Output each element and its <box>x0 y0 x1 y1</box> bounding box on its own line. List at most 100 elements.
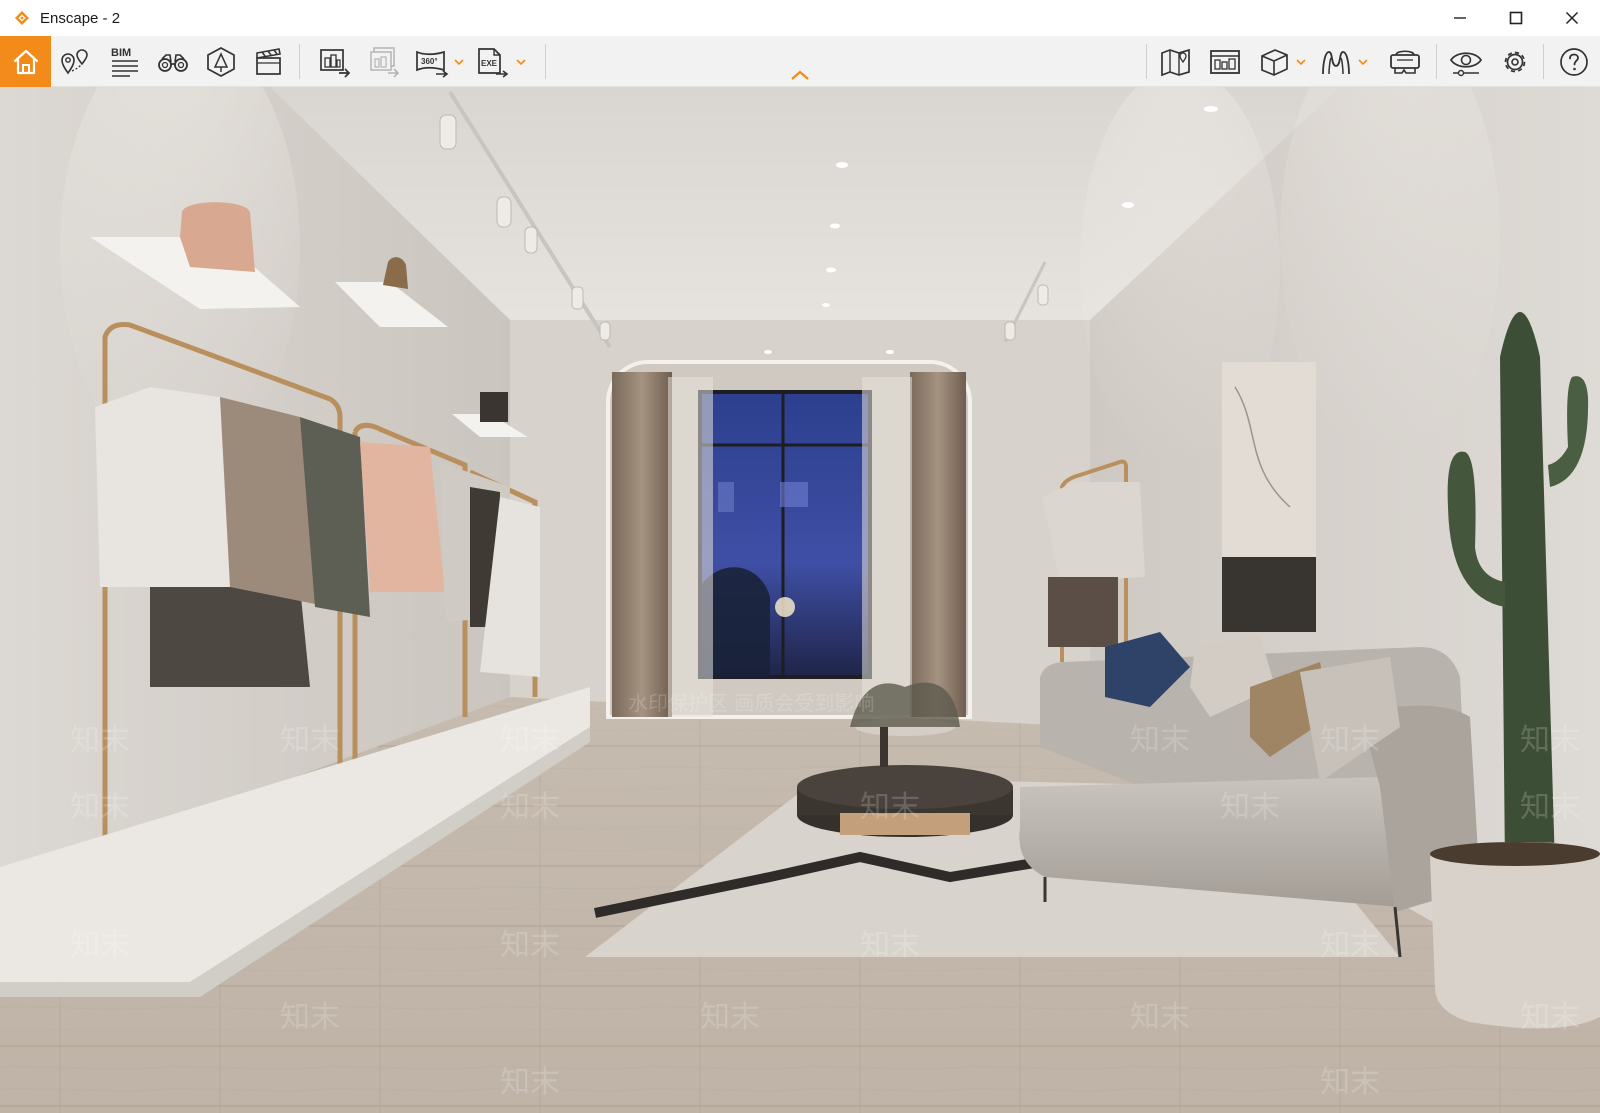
minimize-icon <box>1454 17 1466 19</box>
title-bar: Enscape - 2 <box>0 0 1600 36</box>
watermark-text: 知末 <box>1130 1000 1190 1035</box>
minimize-button[interactable] <box>1432 0 1488 36</box>
toolbar-separator <box>299 44 300 79</box>
sheer-right <box>862 377 912 717</box>
watermark-text: 知末 <box>500 928 560 963</box>
watermark-text: 知末 <box>1320 928 1380 963</box>
views-button[interactable] <box>151 36 195 87</box>
chevron-down-icon <box>516 58 526 65</box>
watermark-text: 知末 <box>1520 1000 1580 1035</box>
batch-render-button[interactable] <box>362 36 406 87</box>
handbag-pink <box>180 202 255 272</box>
toolbar-separator <box>1436 44 1437 79</box>
asset-library-button[interactable] <box>199 36 243 87</box>
cube-view-button[interactable] <box>1252 36 1296 87</box>
watermark-text: 知末 <box>1220 790 1280 825</box>
garment-right-rack <box>1042 482 1145 582</box>
watermark-text: 知末 <box>860 790 920 825</box>
street-lamp-glow <box>775 597 795 617</box>
enscape-logo-icon <box>15 11 29 25</box>
bim-info-button[interactable]: BIM <box>103 36 147 87</box>
settings-button[interactable] <box>1493 36 1537 87</box>
video-editor-button[interactable] <box>247 36 291 87</box>
visual-settings-button[interactable] <box>1444 36 1488 87</box>
watermark-text: 知末 <box>70 928 130 963</box>
chevron-down-icon <box>454 58 464 65</box>
binoculars-icon <box>158 53 188 72</box>
panorama-icon: 360° <box>416 50 449 78</box>
toolbar-separator <box>1146 44 1147 79</box>
gear-icon <box>1504 51 1526 72</box>
watermark-text: 知末 <box>1130 723 1190 758</box>
render-image-icon <box>320 48 351 78</box>
window-controls <box>1432 0 1600 36</box>
chevron-up-icon <box>791 70 809 80</box>
cube-icon <box>1261 48 1288 76</box>
watermark-text: 知末 <box>500 1065 560 1100</box>
garment-skirt <box>150 587 310 687</box>
watermark-text: 知末 <box>700 1000 760 1035</box>
watermark-text: 知末 <box>500 790 560 825</box>
toolbar-separator <box>1543 44 1544 79</box>
exe-export-icon: EXE <box>478 47 509 78</box>
close-button[interactable] <box>1544 0 1600 36</box>
asset-library-icon <box>207 46 235 77</box>
render-panorama-button[interactable]: 360° <box>410 36 454 87</box>
watermark-text: 知末 <box>1520 723 1580 758</box>
watermark-text: 知末 <box>1320 723 1380 758</box>
batch-render-icon <box>370 46 400 78</box>
sheer-left <box>668 377 713 717</box>
watermark-text: 知末 <box>280 723 340 758</box>
panorama-dropdown[interactable] <box>452 36 466 87</box>
export-exe-button[interactable]: EXE <box>470 36 514 87</box>
window-title: Enscape - 2 <box>40 9 121 27</box>
mode-switch-button[interactable] <box>1314 36 1358 87</box>
export-dropdown[interactable] <box>514 36 528 87</box>
garment-blouse <box>95 387 240 587</box>
vr-headset-icon <box>1390 49 1420 74</box>
close-icon <box>1565 11 1579 25</box>
bim-icon: BIM <box>111 47 138 77</box>
help-button[interactable] <box>1552 36 1596 87</box>
handbag-black <box>480 392 508 422</box>
interior-render: 知末 知末 知末 知末 知末 知末 知末 知末 知末 知末 知末 知末 知末 知… <box>0 87 1600 1113</box>
walk-icon <box>1322 50 1350 74</box>
panorama-icon-label: 360° <box>421 57 438 66</box>
watermark-text: 知末 <box>1520 790 1580 825</box>
chevron-down-icon <box>1358 58 1368 65</box>
watermark-text: 知末 <box>70 723 130 758</box>
watermark-text: 知末 <box>70 790 130 825</box>
map-pin-icon <box>61 48 88 74</box>
watermark-banner: 水印保护区 画质会受到影响 <box>628 691 874 715</box>
enscape-window: Enscape - 2 BIM 360° EXE 知末 知末 知末 知末 知末 … <box>0 0 1600 1113</box>
location-markers-button[interactable] <box>54 36 98 87</box>
maximize-button[interactable] <box>1488 0 1544 36</box>
watermark-text: 知末 <box>1320 1065 1380 1100</box>
exe-icon-label: EXE <box>481 59 498 68</box>
collapse-toolbar-button[interactable] <box>788 67 812 83</box>
render-image-button[interactable] <box>313 36 357 87</box>
home-icon <box>13 49 38 74</box>
home-button[interactable] <box>0 36 51 87</box>
uploads-icon <box>1210 49 1240 74</box>
clapperboard-icon <box>256 47 281 75</box>
eye-settings-icon <box>1449 51 1483 76</box>
maximize-icon <box>1509 11 1523 25</box>
watermark-text: 知末 <box>500 723 560 758</box>
bim-icon-label: BIM <box>111 47 131 59</box>
map-icon <box>1161 48 1190 76</box>
manage-uploads-button[interactable] <box>1203 36 1247 87</box>
watermark-text: 知末 <box>280 1000 340 1035</box>
cube-view-dropdown[interactable] <box>1294 36 1308 87</box>
render-viewport[interactable]: 知末 知末 知末 知末 知末 知末 知末 知末 知末 知末 知末 知末 知末 知… <box>0 87 1600 1113</box>
watermark-text: 知末 <box>860 928 920 963</box>
curtain-right <box>910 372 966 717</box>
curtain-left <box>612 372 672 717</box>
garment-skirt-right <box>1048 577 1118 647</box>
toolbar-separator <box>545 44 546 79</box>
help-icon <box>1560 47 1588 76</box>
minimap-button[interactable] <box>1154 36 1198 87</box>
chevron-down-icon <box>1296 58 1306 65</box>
vr-headset-button[interactable] <box>1383 36 1427 87</box>
mode-dropdown[interactable] <box>1356 36 1370 87</box>
